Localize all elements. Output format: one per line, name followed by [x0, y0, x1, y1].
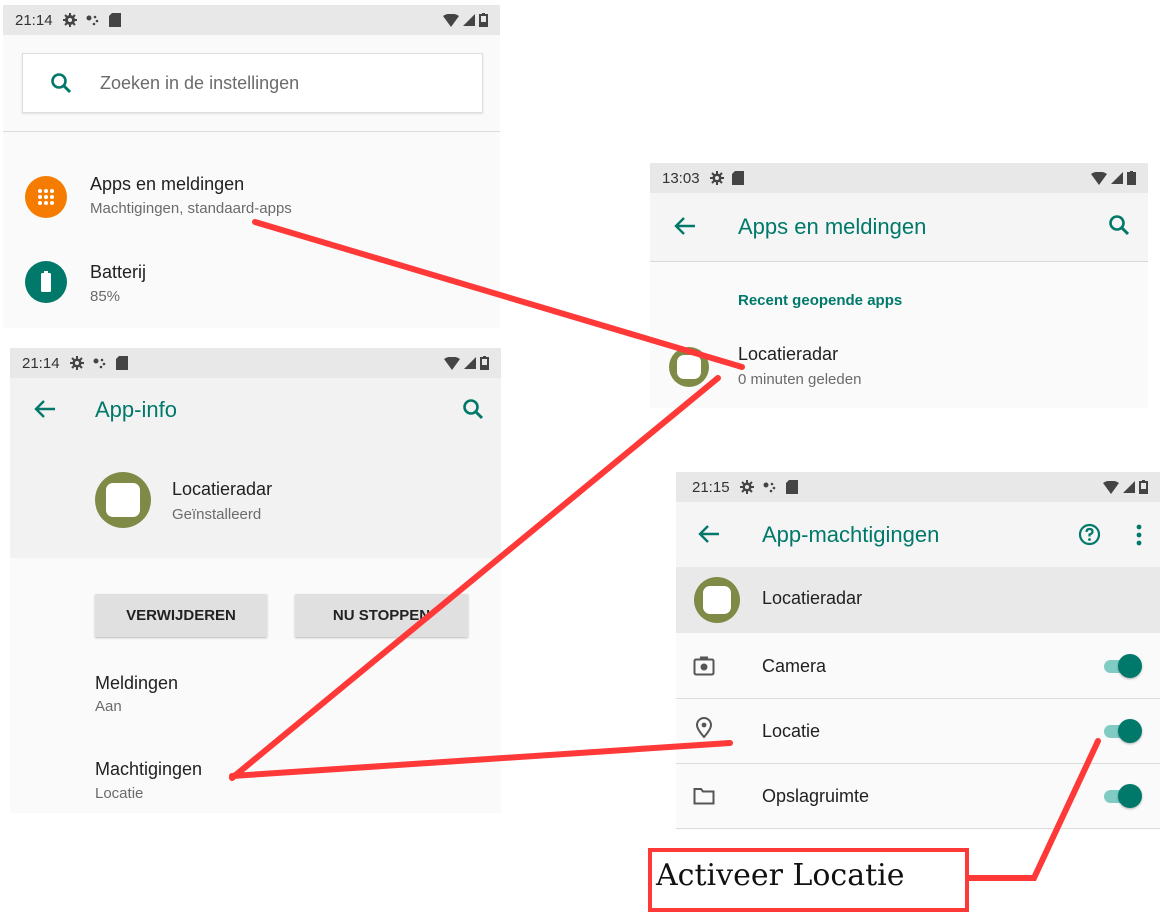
permission-label: Locatie — [762, 721, 821, 741]
more-options-icon[interactable] — [1136, 524, 1142, 546]
app-icon — [694, 577, 740, 623]
status-time: 21:14 — [22, 354, 60, 372]
gear-icon — [62, 13, 77, 27]
battery-status-icon — [480, 356, 489, 370]
help-icon[interactable] — [1078, 523, 1101, 546]
search-bar[interactable]: Zoeken in de instellingen — [22, 53, 483, 113]
back-arrow-icon[interactable] — [34, 400, 56, 418]
app-subtitle: 0 minuten geleden — [738, 371, 862, 388]
app-info-header: App-info Locatieradar Geïnstalleerd — [10, 378, 501, 558]
apps-grid-icon — [25, 176, 67, 218]
search-icon — [51, 73, 72, 94]
recent-app-item[interactable]: Locatieradar 0 minuten geleden — [650, 338, 1148, 400]
app-icon — [669, 347, 709, 387]
settings-item-subtitle: Machtigingen, standaard-apps — [90, 200, 292, 217]
settings-screen: 21:14 Zoeken in de instellingen Apps en … — [3, 5, 500, 328]
page-title: App-info — [95, 397, 177, 422]
search-placeholder: Zoeken in de instellingen — [100, 73, 300, 93]
app-bar: App-machtigingen — [676, 502, 1160, 567]
signal-icon — [1123, 481, 1135, 493]
wifi-icon — [1091, 171, 1107, 185]
info-item-permissions[interactable]: Machtigingen Locatie — [10, 754, 501, 810]
assistant-dots-icon — [93, 358, 105, 369]
permission-row-storage[interactable]: Opslagruimte — [676, 764, 1160, 829]
permission-label: Camera — [762, 656, 827, 676]
signal-icon — [1111, 172, 1123, 184]
battery-status-icon — [1139, 480, 1148, 494]
permission-row-location[interactable]: Locatie — [676, 699, 1160, 764]
camera-icon — [693, 656, 715, 676]
app-name: Locatieradar — [172, 479, 273, 499]
uninstall-button[interactable]: VERWIJDEREN — [95, 594, 267, 637]
info-item-title: Meldingen — [95, 673, 179, 693]
settings-item-title: Batterij — [90, 262, 147, 282]
wifi-icon — [443, 13, 459, 27]
app-install-status: Geïnstalleerd — [172, 506, 262, 523]
annotation-label-box: Activeer Locatie — [648, 848, 969, 912]
info-item-subtitle: Locatie — [95, 785, 144, 802]
sd-card-icon — [115, 356, 128, 370]
search-icon[interactable] — [1108, 214, 1130, 236]
info-item-subtitle: Aan — [95, 698, 122, 715]
assistant-dots-icon — [763, 482, 775, 493]
force-stop-button[interactable]: NU STOPPEN — [295, 594, 468, 637]
location-pin-icon — [695, 717, 713, 739]
sd-card-icon — [108, 13, 121, 27]
settings-item-battery[interactable]: Batterij 85% — [3, 240, 500, 312]
battery-icon — [25, 261, 67, 303]
gear-icon — [739, 480, 754, 494]
info-item-title: Machtigingen — [95, 759, 203, 779]
settings-item-subtitle: 85% — [90, 288, 121, 305]
wifi-icon — [444, 356, 460, 370]
divider — [3, 131, 500, 132]
status-time: 13:03 — [662, 169, 700, 187]
sd-card-icon — [731, 171, 744, 185]
status-time: 21:15 — [692, 478, 730, 496]
app-name: Locatieradar — [762, 588, 863, 608]
back-arrow-icon[interactable] — [698, 525, 720, 543]
battery-status-icon — [1127, 171, 1136, 185]
settings-item-apps[interactable]: Apps en meldingen Machtigingen, standaar… — [3, 155, 500, 227]
camera-toggle[interactable] — [1104, 654, 1142, 678]
annotation-label: Activeer Locatie — [656, 858, 905, 893]
status-time: 21:14 — [15, 11, 53, 29]
app-bar: Apps en meldingen — [650, 193, 1148, 262]
status-bar: 21:14 — [3, 5, 500, 35]
gear-icon — [69, 356, 84, 370]
app-permissions-screen: 21:15 App-machtigingen Locatieradar Came… — [676, 472, 1160, 830]
status-bar: 21:14 — [10, 348, 501, 378]
app-icon — [95, 472, 151, 528]
signal-icon — [464, 357, 476, 369]
settings-item-title: Apps en meldingen — [90, 174, 245, 194]
app-info-screen: 21:14 App-info Locatieradar Geïnstalleer… — [10, 348, 501, 813]
location-toggle[interactable] — [1104, 719, 1142, 743]
status-bar: 21:15 — [676, 472, 1160, 502]
app-header-row: Locatieradar — [676, 567, 1160, 633]
back-arrow-icon[interactable] — [674, 217, 696, 235]
storage-toggle[interactable] — [1104, 784, 1142, 808]
permission-label: Opslagruimte — [762, 786, 870, 806]
section-header: Recent geopende apps — [738, 292, 903, 309]
search-icon[interactable] — [462, 398, 484, 420]
info-item-notifications[interactable]: Meldingen Aan — [10, 668, 501, 728]
folder-icon — [693, 788, 715, 805]
page-title: App-machtigingen — [762, 522, 940, 547]
sd-card-icon — [785, 480, 798, 494]
permission-row-camera[interactable]: Camera — [676, 634, 1160, 699]
signal-icon — [463, 14, 475, 26]
status-bar: 13:03 — [650, 163, 1148, 193]
apps-notifications-screen: 13:03 Apps en meldingen Recent geopende … — [650, 163, 1148, 408]
assistant-dots-icon — [86, 15, 98, 26]
gear-icon — [709, 171, 724, 185]
page-title: Apps en meldingen — [738, 214, 927, 239]
app-name: Locatieradar — [738, 344, 839, 364]
wifi-icon — [1103, 480, 1119, 494]
battery-status-icon — [479, 13, 488, 27]
